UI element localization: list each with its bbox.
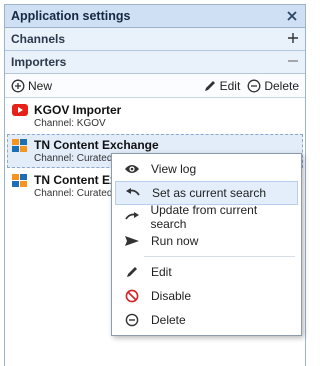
menu-item-view-log[interactable]: View log (115, 157, 298, 181)
menu-item-label: Delete (151, 313, 186, 327)
plus-icon[interactable] (287, 32, 299, 47)
menu-item-delete[interactable]: Delete (115, 308, 298, 332)
remove-circle-icon (123, 312, 141, 328)
delete-button[interactable]: Delete (247, 79, 299, 93)
menu-item-label: Update from current search (150, 203, 258, 231)
menu-item-disable[interactable]: Disable (115, 284, 298, 308)
minus-icon[interactable] (287, 55, 299, 70)
windows-tile-icon (12, 174, 28, 188)
new-button[interactable]: New (11, 79, 52, 93)
importer-channel: Channel: Curated - (34, 188, 119, 199)
importer-name: TN Content Exchange (34, 138, 159, 152)
pencil-icon (204, 80, 215, 91)
importers-toolbar: New Edit Delete (5, 74, 305, 98)
remove-circle-icon (247, 79, 261, 92)
windows-tile-icon (12, 139, 28, 153)
importer-channel: Channel: KGOV (34, 118, 106, 129)
menu-item-label: Edit (151, 265, 172, 279)
edit-button-label: Edit (219, 78, 241, 93)
menu-item-label: Run now (151, 234, 199, 248)
menu-item-run-now[interactable]: Run now (115, 229, 298, 253)
eye-icon (123, 161, 141, 177)
section-channels-label: Channels (11, 32, 66, 46)
panel-titlebar: Application settings (5, 5, 305, 28)
section-importers-label: Importers (11, 55, 67, 69)
close-icon[interactable] (285, 9, 299, 23)
menu-item-edit[interactable]: Edit (115, 260, 298, 284)
redo-icon (123, 209, 140, 225)
pencil-icon (123, 264, 141, 280)
edit-button[interactable]: Edit (203, 78, 241, 93)
menu-item-update-from-current-search[interactable]: Update from current search (115, 203, 298, 231)
delete-button-label: Delete (264, 78, 299, 93)
undo-icon (124, 185, 142, 201)
importer-item-kgov[interactable]: KGOV Importer Channel: KGOV (7, 99, 303, 133)
section-importers[interactable]: Importers (5, 51, 305, 74)
block-icon (123, 288, 141, 304)
menu-separator (144, 256, 295, 257)
new-button-label: New (28, 78, 53, 93)
importer-name: TN Content Ex (34, 173, 117, 187)
send-icon (123, 233, 141, 249)
menu-item-set-current-search[interactable]: Set as current search (115, 181, 298, 205)
importer-context-menu: View log Set as current search Update fr… (111, 153, 302, 336)
importer-name: KGOV Importer (34, 103, 122, 117)
add-circle-icon (11, 79, 25, 92)
section-channels[interactable]: Channels (5, 28, 305, 51)
panel-title: Application settings (11, 9, 131, 23)
menu-item-label: View log (151, 162, 197, 176)
menu-item-label: Set as current search (152, 186, 267, 200)
youtube-icon (12, 104, 28, 118)
menu-item-label: Disable (151, 289, 192, 303)
